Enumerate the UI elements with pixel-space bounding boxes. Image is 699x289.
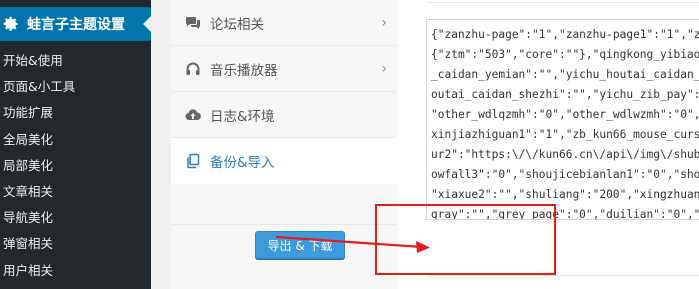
backup-textarea[interactable]: {"zanzhu-page":"1","zanzhu-page1":"1","z… (426, 19, 699, 220)
annotation-arrow-icon (275, 235, 430, 253)
chevron-right-icon: › (381, 15, 387, 31)
section-divider (427, 2, 699, 3)
backup-text-line: ur2":"https:\/\/kun66.cn\/api\/img\/shub… (431, 148, 699, 161)
tab-label: 论坛相关 (210, 16, 264, 33)
submenu-item[interactable]: 功能扩展 (0, 100, 151, 126)
submenu-item[interactable]: 局部美化 (0, 153, 151, 179)
section-divider (427, 275, 699, 276)
submenu: 开始&使用 页面&小工具 功能扩展 全局美化 局部美化 文章相关 导航美化 弹窗… (0, 48, 151, 284)
backup-text-line: {"ztm":"503","core":""},"qingkong_yibiao… (431, 48, 699, 61)
backup-text-line: outai_caidan_shezhi":"","yichu_zib_pay":… (431, 88, 699, 101)
submenu-item[interactable]: 文章相关 (0, 179, 151, 205)
submenu-item[interactable]: 页面&小工具 (0, 74, 151, 100)
tab-logs-env[interactable]: 日志&环境 (171, 92, 397, 138)
copy-icon (185, 153, 201, 169)
tab-label: 音乐播放器 (210, 62, 278, 79)
comments-icon (185, 15, 201, 31)
tab-backup-import[interactable]: 备份&导入 (171, 138, 397, 184)
backup-text-line: "other_wdlqzmh":"0","other_wdlwzmh":"0",… (431, 108, 699, 121)
submenu-item[interactable]: 用户相关 (0, 258, 151, 284)
submenu-item[interactable]: 导航美化 (0, 205, 151, 231)
admin-sidebar: 蛙言子主题设置 开始&使用 页面&小工具 功能扩展 全局美化 局部美化 文章相关… (0, 0, 151, 289)
headphones-icon (185, 61, 201, 77)
menu-item-label: 蛙言子主题设置 (27, 17, 125, 33)
backup-text-line: _caidan_yemian":"","yichu_houtai_caidan_… (431, 68, 699, 81)
tab-music-player[interactable]: 音乐播放器 › (171, 46, 397, 92)
backup-text-line: {"zanzhu-page":"1","zanzhu-page1":"1","z… (431, 28, 699, 41)
submenu-item[interactable]: 开始&使用 (0, 48, 151, 74)
backup-text-line: owfall3":"0","shoujicebianlan1":"0","sho… (431, 168, 699, 181)
tab-label: 日志&环境 (210, 108, 275, 125)
gear-icon (2, 15, 20, 33)
tab-forum[interactable]: 论坛相关 › (171, 0, 397, 46)
chevron-right-icon: › (381, 61, 387, 77)
cloud-upload-icon (185, 107, 201, 123)
menu-item-theme-settings[interactable]: 蛙言子主题设置 (0, 7, 151, 41)
tab-label: 备份&导入 (210, 155, 275, 171)
submenu-item[interactable]: 全局美化 (0, 127, 151, 153)
backup-text-line: xinjiazhiguan1":"1","zb_kun66_mouse_curs… (431, 128, 699, 141)
backup-text-line: "xiaxue2":"","shuliang":"200","xingzhuan… (431, 188, 699, 201)
submenu-item[interactable]: 弹窗相关 (0, 231, 151, 257)
